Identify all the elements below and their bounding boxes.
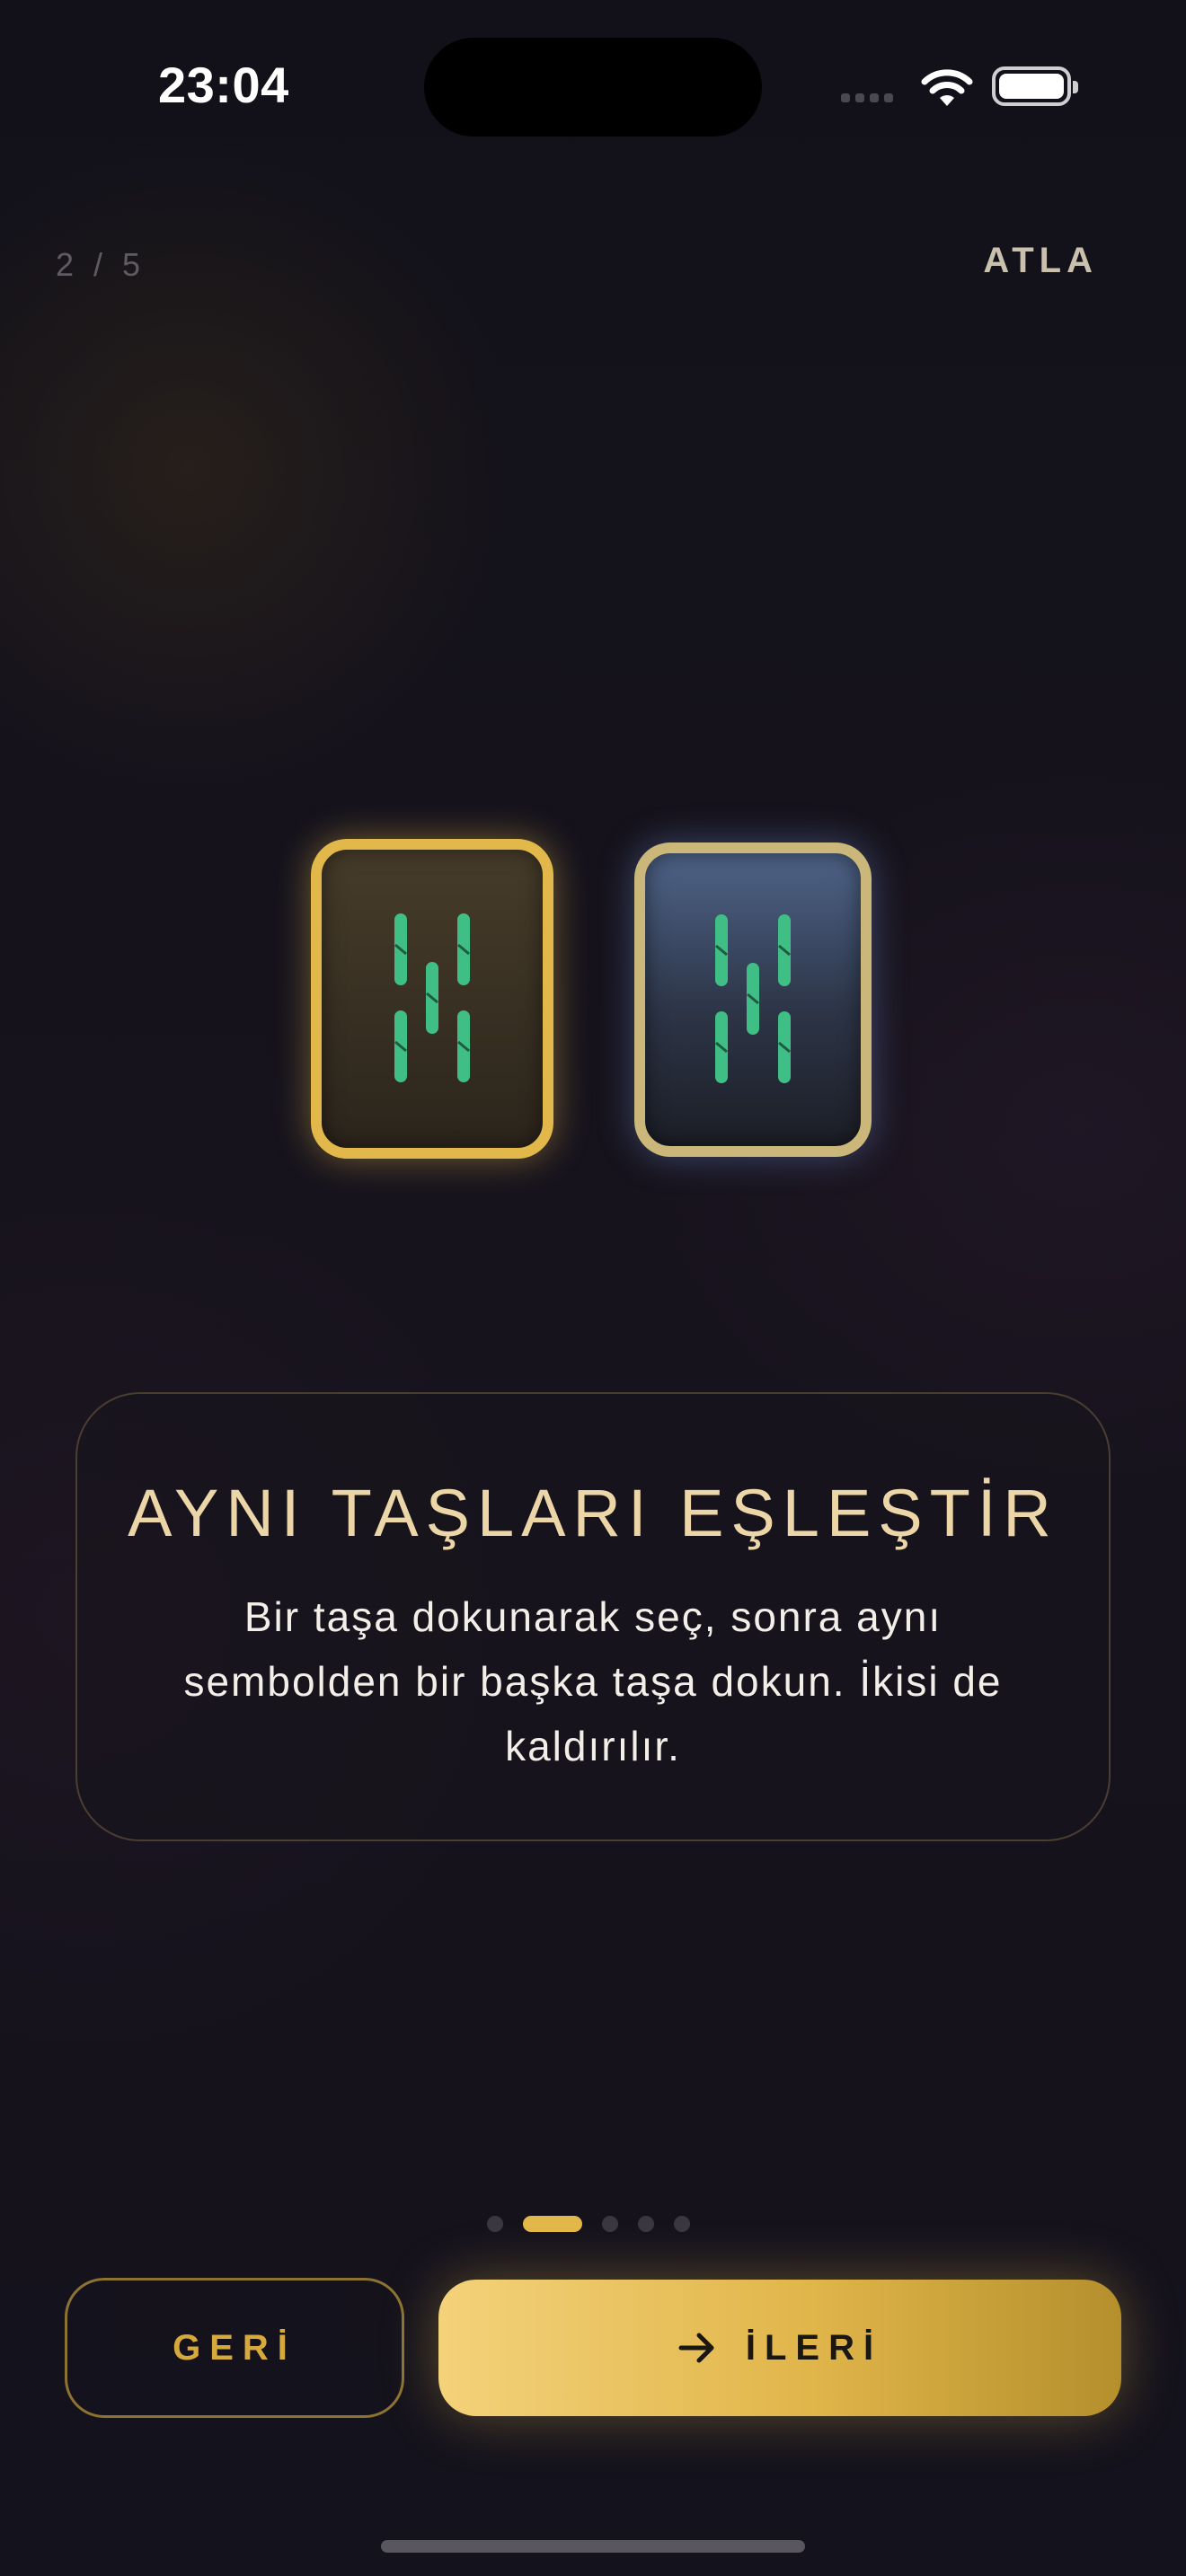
page-indicator xyxy=(487,2216,690,2232)
page-dot-active[interactable] xyxy=(523,2216,582,2232)
skip-button[interactable]: ATLA xyxy=(983,241,1098,281)
page-dot[interactable] xyxy=(487,2216,503,2232)
cellular-signal-icon xyxy=(841,93,893,102)
bamboo-symbol-icon xyxy=(394,913,470,1082)
home-indicator[interactable] xyxy=(381,2540,805,2553)
battery-icon xyxy=(992,66,1078,106)
instruction-card: AYNI TAŞLARI EŞLEŞTİR Bir taşa dokunarak… xyxy=(75,1392,1111,1841)
step-counter: 2 / 5 xyxy=(56,246,146,283)
mahjong-tile-gold[interactable] xyxy=(311,839,553,1159)
bamboo-symbol-icon xyxy=(715,914,791,1083)
back-button-label: GERİ xyxy=(173,2327,296,2368)
next-button[interactable]: İLERİ xyxy=(438,2280,1121,2416)
card-body: Bir taşa dokunarak seç, sonra aynı sembo… xyxy=(183,1593,1003,1769)
next-button-label: İLERİ xyxy=(745,2327,883,2368)
page-dot[interactable] xyxy=(674,2216,690,2232)
mahjong-tile-blue[interactable] xyxy=(634,842,872,1157)
status-time: 23:04 xyxy=(158,57,289,113)
back-button[interactable]: GERİ xyxy=(65,2278,404,2418)
dynamic-island xyxy=(424,38,762,137)
page-dot[interactable] xyxy=(602,2216,618,2232)
card-title: AYNI TAŞLARI EŞLEŞTİR xyxy=(128,1476,1058,1550)
arrow-right-icon xyxy=(678,2333,714,2363)
background xyxy=(0,0,1186,2576)
wifi-icon xyxy=(921,69,973,106)
page-dot[interactable] xyxy=(638,2216,654,2232)
